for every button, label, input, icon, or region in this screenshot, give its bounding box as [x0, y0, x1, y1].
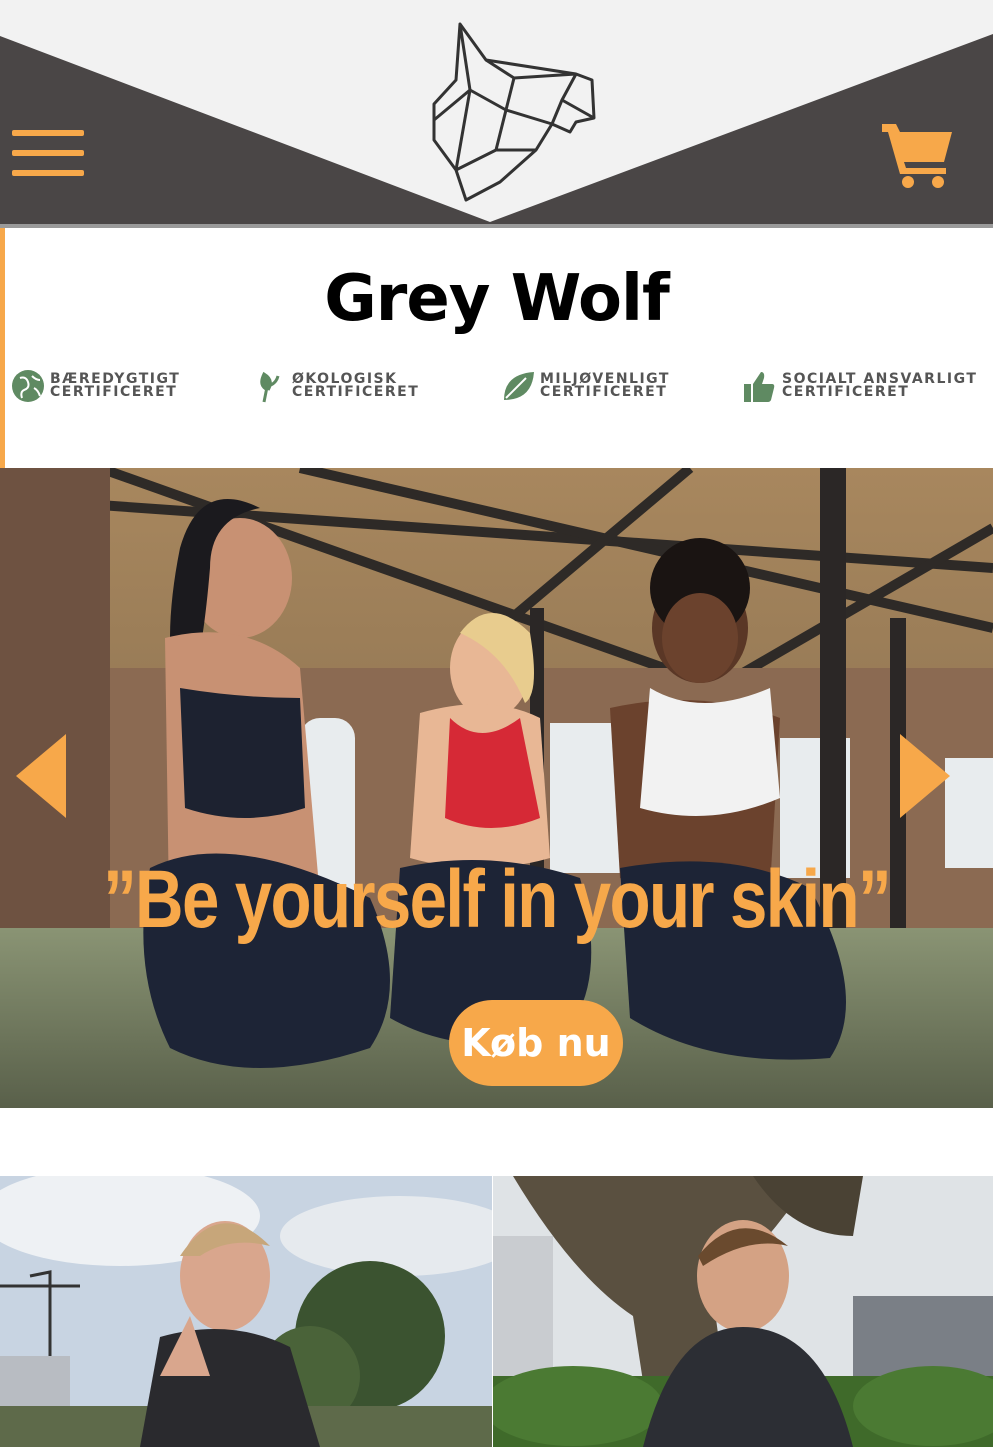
site-header	[0, 0, 993, 228]
arrow-left-icon[interactable]	[16, 734, 66, 818]
hamburger-menu-icon[interactable]	[12, 130, 84, 180]
shopping-cart-icon[interactable]	[880, 120, 954, 188]
certification-sustainable: BÆREDYGTIGT CERTIFICERET	[10, 366, 180, 406]
photo-woman-yoga	[0, 1176, 492, 1447]
certification-sublabel: CERTIFICERET	[782, 384, 910, 400]
certification-sublabel: CERTIFICERET	[540, 384, 668, 400]
certification-sublabel: CERTIFICERET	[292, 384, 420, 400]
buy-now-button[interactable]: Køb nu	[449, 1000, 623, 1086]
photo-man-outdoors	[493, 1176, 993, 1447]
certification-social-responsibility: SOCIALT ANSVARLIGT CERTIFICERET	[742, 366, 977, 406]
wolf-head-logo-icon[interactable]	[426, 20, 600, 202]
certification-eco-friendly: MILJØVENLIGT CERTIFICERET	[500, 366, 670, 406]
leaf-icon	[504, 372, 534, 400]
arrow-right-icon[interactable]	[900, 734, 950, 818]
certification-organic: ØKOLOGISK CERTIFICERET	[252, 366, 419, 406]
certification-sublabel: CERTIFICERET	[50, 384, 178, 400]
globe-icon	[12, 370, 44, 402]
brand-title: Grey Wolf	[324, 262, 670, 336]
hero-slogan: ”Be yourself in your skin”	[103, 854, 892, 945]
thumbs-up-icon	[744, 372, 775, 402]
leaf-sprout-icon	[260, 371, 280, 403]
hero-carousel: ”Be yourself in your skin” Køb nu	[0, 468, 993, 1108]
